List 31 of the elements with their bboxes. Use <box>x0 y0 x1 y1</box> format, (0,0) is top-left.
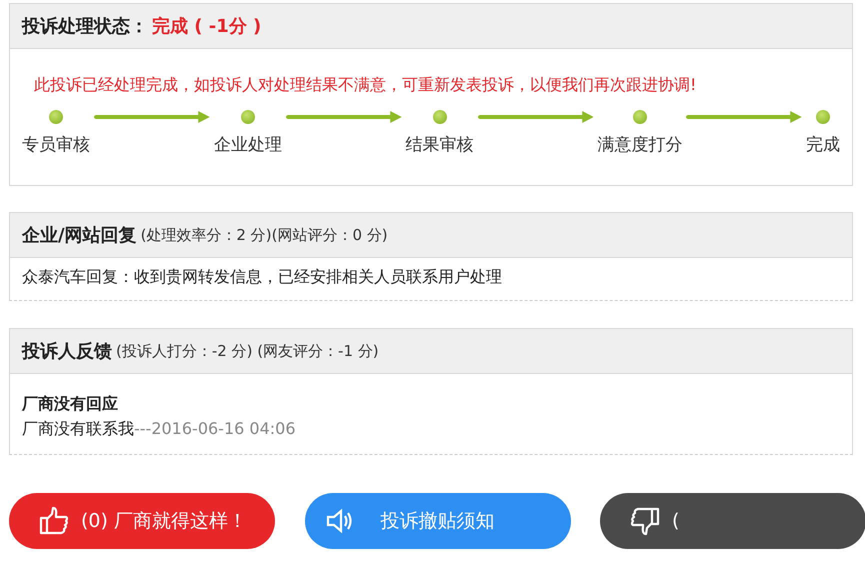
thumbs-down-icon <box>630 506 660 536</box>
status-text: 完成 ( -1分 ) <box>152 15 262 38</box>
step-dot <box>432 110 446 124</box>
arrow-icon <box>94 110 210 124</box>
reply-text: 众泰汽车回复：收到贵网转发信息，已经安排相关人员联系用户处理 <box>22 266 503 288</box>
step-label: 结果审核 <box>406 134 474 156</box>
step-dot <box>816 110 830 124</box>
arrow-icon <box>286 110 402 124</box>
thumbs-up-icon <box>39 506 69 536</box>
step-label: 满意度打分 <box>597 134 682 156</box>
action-button[interactable]: ( <box>600 493 865 549</box>
step-dot <box>49 110 63 124</box>
panel-title: 企业/网站回复 <box>22 224 137 247</box>
action-button[interactable]: 投诉撤贴须知 <box>304 493 570 549</box>
arrow-icon <box>686 110 802 124</box>
speaker-icon <box>324 506 354 536</box>
score-text: (投诉人打分：-2 分) (网友评分：-1 分) <box>116 342 379 360</box>
step-label: 完成 <box>806 134 840 156</box>
step-dot <box>632 110 647 124</box>
feedback-heading: 厂商没有回应 <box>22 393 119 415</box>
step-dot <box>240 110 255 124</box>
score-text: (处理效率分：2 分)(网站评分：0 分) <box>140 226 388 244</box>
arrow-icon <box>478 110 594 124</box>
action-button[interactable]: (0) 厂商就得这样！ <box>9 493 275 549</box>
panel-title: 投诉人反馈 <box>22 340 112 363</box>
message-text: 厂商没有联系我 <box>22 419 134 438</box>
timestamp: ---2016-06-16 04:06 <box>134 419 296 438</box>
panel-title: 投诉处理状态： <box>22 15 148 38</box>
step-label: 专员审核 <box>22 134 90 156</box>
notice-text: 此投诉已经处理完成，如投诉人对处理结果不满意，可重新发表投诉，以便我们再次跟进协调! <box>33 74 698 96</box>
step-label: 企业处理 <box>214 134 282 156</box>
